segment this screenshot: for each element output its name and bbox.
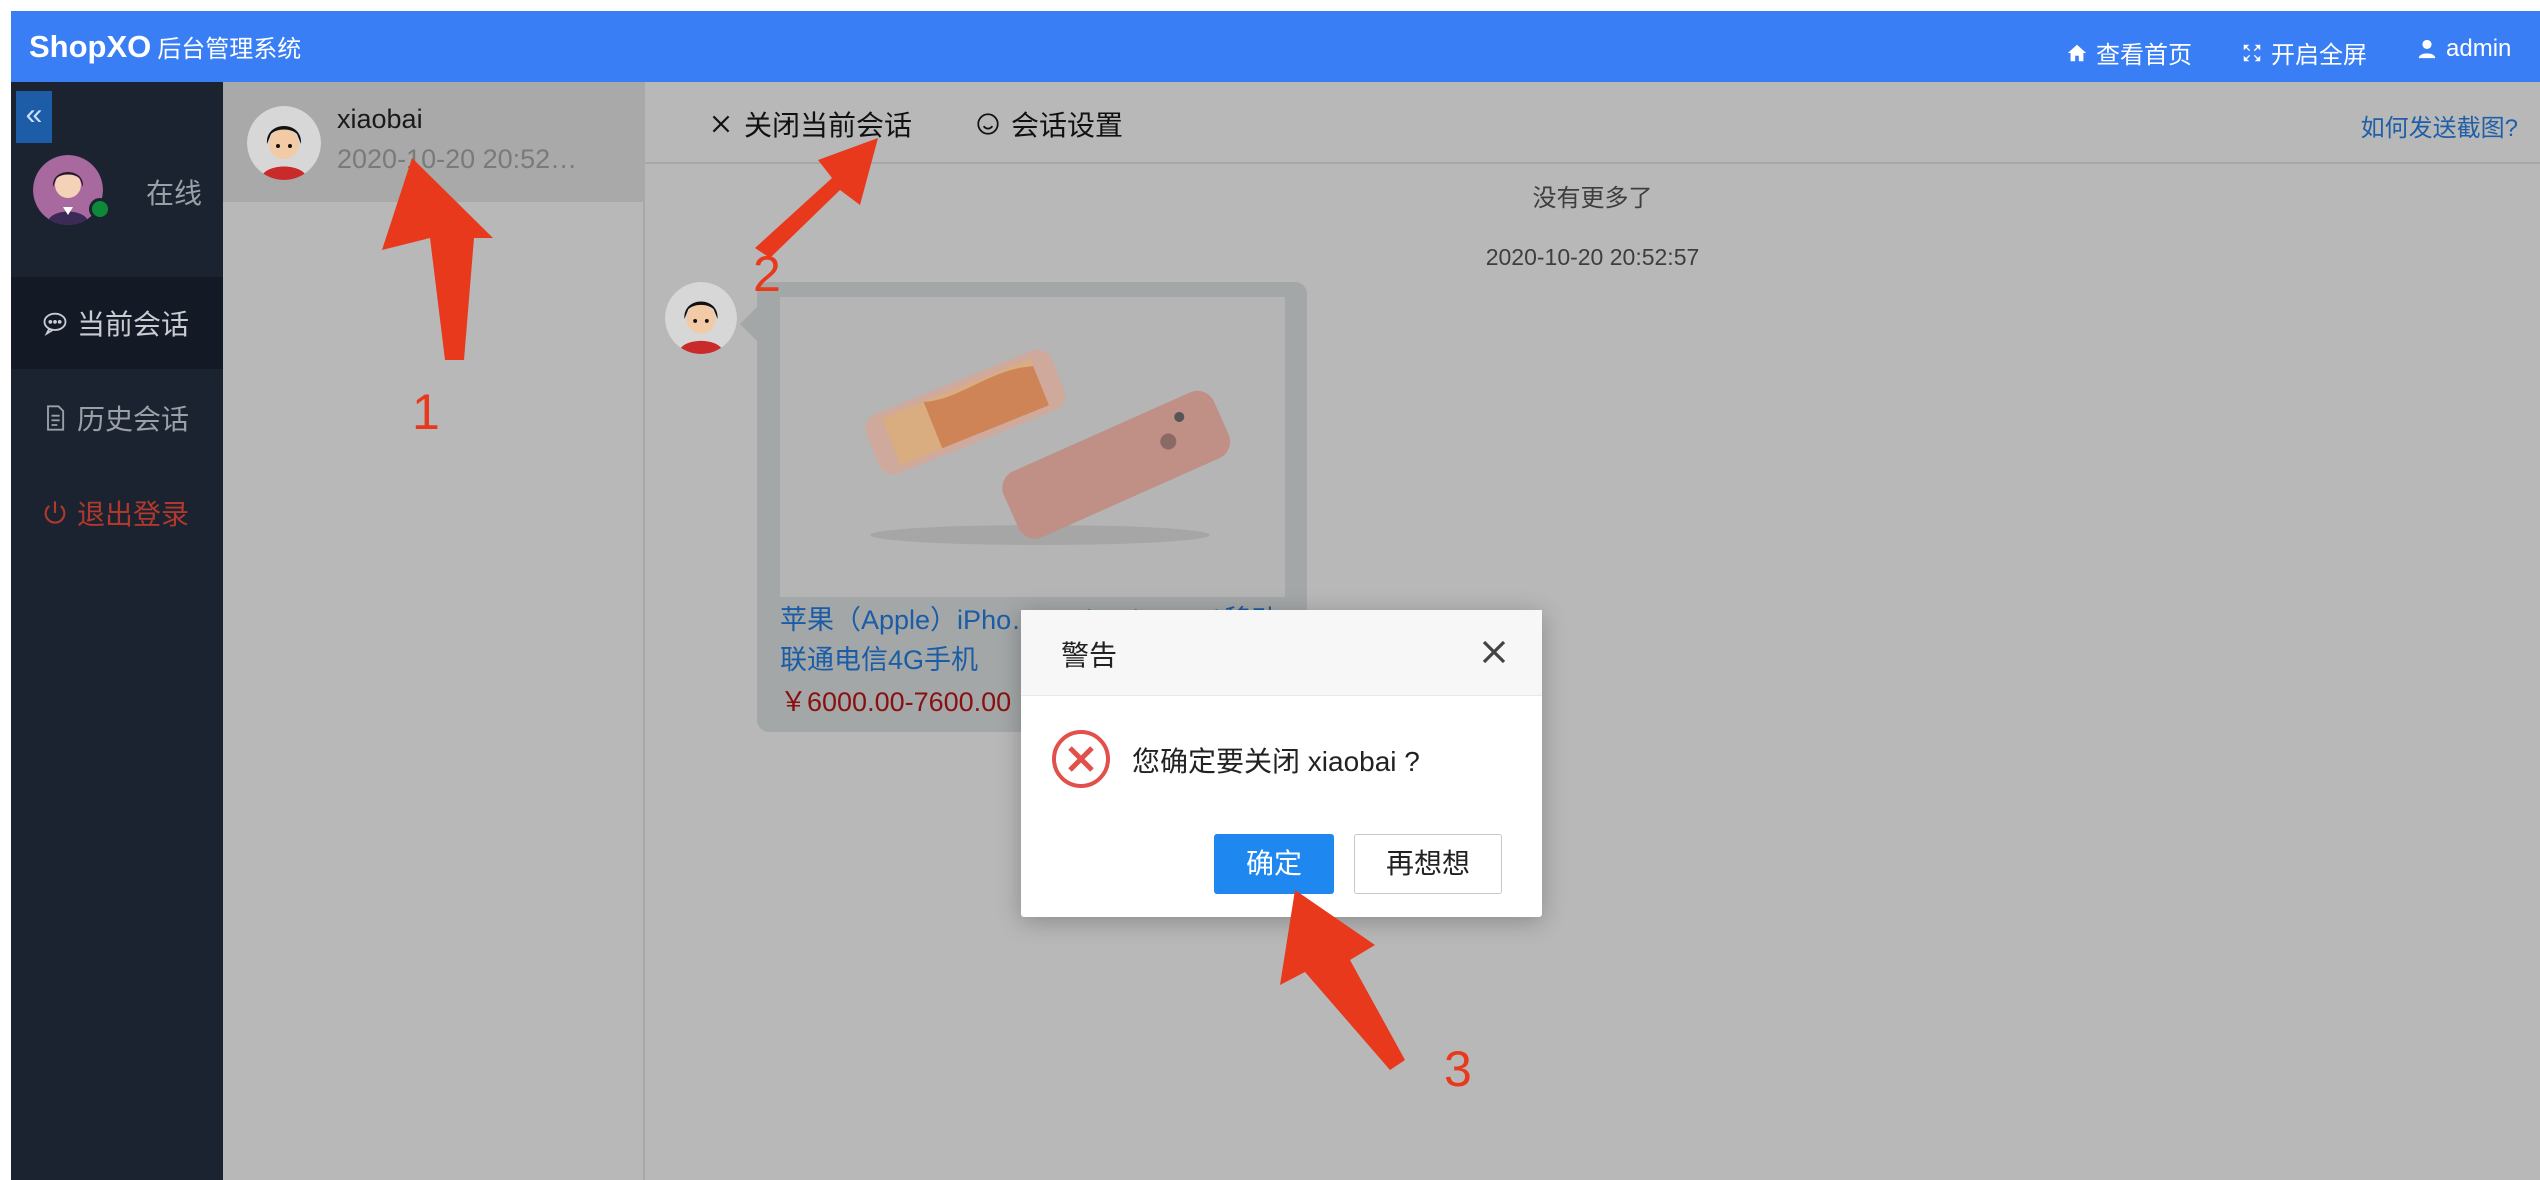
product-image[interactable]	[780, 297, 1285, 597]
session-name: xiaobai	[337, 104, 423, 134]
annotation-number-1: 1	[412, 384, 440, 440]
document-icon	[47, 405, 65, 431]
brand[interactable]: ShopXO 后台管理系统	[29, 29, 301, 65]
session-list: xiaobai 2020-10-20 20:52…	[223, 82, 645, 1180]
sidebar: « 在线 当前会话 历史会话 退出登录	[11, 82, 223, 1180]
avatar	[247, 106, 321, 180]
expand-icon	[2243, 44, 2261, 61]
sidebar-item-history-session[interactable]: 历史会话	[11, 372, 223, 464]
top-header: ShopXO 后台管理系统 查看首页 开启全屏 admin	[11, 11, 2540, 82]
dialog-header: 警告	[1021, 610, 1542, 696]
no-more-messages: 没有更多了	[1532, 185, 1653, 212]
brand-name: ShopXO	[29, 29, 152, 64]
dialog-message: 您确定要关闭 xiaobai ?	[1132, 746, 1420, 777]
avatar	[665, 282, 737, 354]
double-chevron-left-icon: «	[25, 98, 43, 131]
top-border	[0, 0, 2540, 11]
online-status-dot	[89, 198, 111, 220]
fullscreen-label: 开启全屏	[2271, 42, 2367, 69]
sidebar-item-label: 退出登录	[77, 499, 190, 530]
sidebar-collapse-button[interactable]: «	[16, 91, 52, 143]
error-icon	[1052, 730, 1110, 788]
online-status-label: 在线	[146, 178, 203, 209]
sidebar-item-label: 历史会话	[77, 404, 190, 435]
view-home-link[interactable]: 查看首页	[2066, 35, 2192, 70]
fullscreen-link[interactable]: 开启全屏	[2241, 35, 2367, 70]
annotation-number-2: 2	[753, 246, 781, 302]
close-session-label: 关闭当前会话	[744, 110, 913, 141]
chat-bubble-icon	[43, 312, 67, 336]
session-settings-button[interactable]: 会话设置	[975, 104, 1123, 144]
product-price: ￥6000.00-7600.00	[780, 687, 1012, 717]
home-icon	[2067, 44, 2087, 61]
sidebar-item-logout[interactable]: 退出登录	[11, 467, 223, 559]
left-border	[0, 0, 11, 1180]
close-session-button[interactable]: 关闭当前会话	[708, 104, 912, 144]
confirm-dialog: 警告 您确定要关闭 xiaobai ? 确定 再想想	[1021, 610, 1542, 917]
message-timestamp: 2020-10-20 20:52:57	[1485, 244, 1700, 270]
chat-panel: 关闭当前会话 会话设置 如何发送截图? 没有更多了 2020-10-20 20:…	[645, 82, 2540, 1180]
user-name: admin	[2446, 35, 2512, 62]
bubble-tail	[740, 306, 758, 342]
sidebar-item-current-session[interactable]: 当前会话	[11, 277, 223, 369]
session-settings-label: 会话设置	[1011, 110, 1124, 141]
brand-subtitle: 后台管理系统	[157, 36, 302, 63]
user-menu[interactable]: admin	[2416, 35, 2511, 63]
smile-icon	[977, 113, 999, 135]
confirm-button[interactable]: 确定	[1214, 834, 1334, 894]
dialog-title: 警告	[1061, 640, 1118, 671]
cancel-button[interactable]: 再想想	[1354, 834, 1502, 894]
session-time: 2020-10-20 20:52…	[337, 144, 578, 174]
power-icon	[44, 501, 66, 524]
close-icon	[712, 115, 730, 133]
annotation-number-3: 3	[1444, 1041, 1472, 1097]
dialog-close-icon[interactable]	[1476, 634, 1512, 670]
view-home-label: 查看首页	[2096, 42, 2192, 69]
sidebar-item-label: 当前会话	[77, 309, 190, 340]
list-item[interactable]: xiaobai 2020-10-20 20:52…	[223, 82, 645, 202]
user-icon	[2418, 39, 2436, 59]
chat-toolbar: 关闭当前会话 会话设置 如何发送截图?	[645, 82, 2540, 164]
screenshot-help-link[interactable]: 如何发送截图?	[2361, 108, 2518, 143]
